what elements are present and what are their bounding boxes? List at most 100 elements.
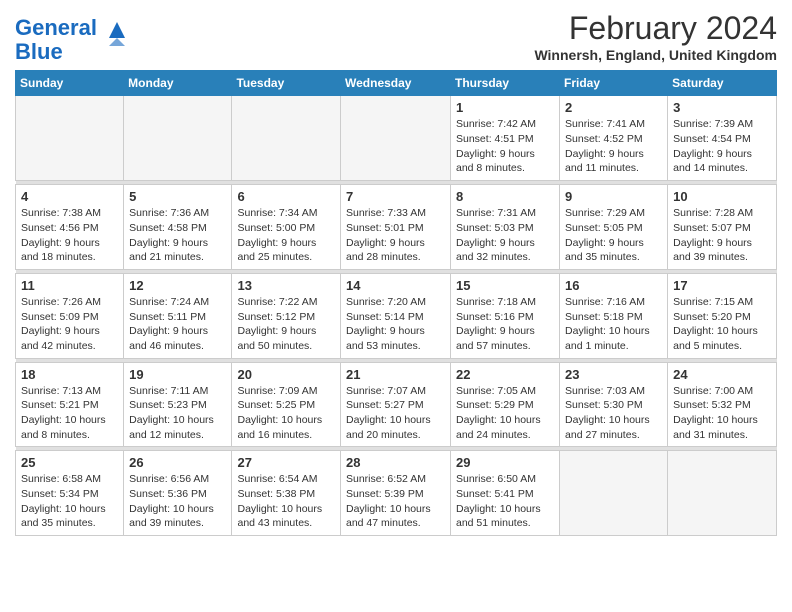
day-number: 27 [237, 455, 335, 470]
table-row: 29Sunrise: 6:50 AMSunset: 5:41 PMDayligh… [451, 451, 560, 536]
day-info: Sunrise: 7:22 AMSunset: 5:12 PMDaylight:… [237, 295, 335, 354]
day-number: 11 [21, 278, 118, 293]
table-row: 12 Sunrise: 7:24 AMSunset: 5:11 PMDayligh… [124, 273, 232, 358]
table-row: 26 Sunrise: 6:56 AMSunset: 5:36 PMDayligh… [124, 451, 232, 536]
day-info: Sunrise: 7:09 AMSunset: 5:25 PMDaylight:… [237, 384, 335, 443]
day-number: 18 [21, 367, 118, 382]
day-info: Sunrise: 7:24 AMSunset: 5:11 PMDaylight:… [129, 295, 226, 354]
day-number: 5 [129, 189, 226, 204]
calendar-week-row: 25 Sunrise: 6:58 AMSunset: 5:34 PMDayligh… [16, 451, 777, 536]
day-info: Sunrise: 6:54 AMSunset: 5:38 PMDaylight:… [237, 472, 335, 531]
calendar-week-row: 4 Sunrise: 7:38 AMSunset: 4:56 PMDaylight… [16, 185, 777, 270]
logo-text: General [15, 15, 97, 40]
col-thursday: Thursday [451, 71, 560, 96]
table-row: 15 Sunrise: 7:18 AMSunset: 5:16 PMDayligh… [451, 273, 560, 358]
table-row: 16Sunrise: 7:16 AMSunset: 5:18 PMDayligh… [560, 273, 668, 358]
day-info: Sunrise: 7:05 AMSunset: 5:29 PMDaylight:… [456, 384, 554, 443]
day-info: Sunrise: 7:13 AMSunset: 5:21 PMDaylight:… [21, 384, 118, 443]
table-row [124, 96, 232, 181]
calendar-week-row: 11 Sunrise: 7:26 AMSunset: 5:09 PMDayligh… [16, 273, 777, 358]
table-row: 23 Sunrise: 7:03 AMSunset: 5:30 PMDayligh… [560, 362, 668, 447]
day-info: Sunrise: 7:07 AMSunset: 5:27 PMDaylight:… [346, 384, 445, 443]
table-row: 28 Sunrise: 6:52 AMSunset: 5:39 PMDayligh… [341, 451, 451, 536]
day-info: Sunrise: 7:28 AMSunset: 5:07 PMDaylight:… [673, 206, 771, 265]
day-number: 7 [346, 189, 445, 204]
table-row [560, 451, 668, 536]
table-row: 21 Sunrise: 7:07 AMSunset: 5:27 PMDayligh… [341, 362, 451, 447]
day-number: 17 [673, 278, 771, 293]
table-row: 11 Sunrise: 7:26 AMSunset: 5:09 PMDayligh… [16, 273, 124, 358]
table-row: 13 Sunrise: 7:22 AMSunset: 5:12 PMDayligh… [232, 273, 341, 358]
day-number: 16 [565, 278, 662, 293]
day-info: Sunrise: 7:18 AMSunset: 5:16 PMDaylight:… [456, 295, 554, 354]
day-number: 9 [565, 189, 662, 204]
col-friday: Friday [560, 71, 668, 96]
calendar-week-row: 1 Sunrise: 7:42 AMSunset: 4:51 PMDaylight… [16, 96, 777, 181]
table-row: 17Sunrise: 7:15 AMSunset: 5:20 PMDayligh… [668, 273, 777, 358]
table-row: 9 Sunrise: 7:29 AMSunset: 5:05 PMDaylight… [560, 185, 668, 270]
table-row: 25 Sunrise: 6:58 AMSunset: 5:34 PMDayligh… [16, 451, 124, 536]
day-number: 10 [673, 189, 771, 204]
day-info: Sunrise: 7:34 AMSunset: 5:00 PMDaylight:… [237, 206, 335, 265]
day-info: Sunrise: 6:58 AMSunset: 5:34 PMDaylight:… [21, 472, 118, 531]
day-number: 28 [346, 455, 445, 470]
logo-subtext: Blue [15, 39, 63, 64]
table-row [232, 96, 341, 181]
day-number: 6 [237, 189, 335, 204]
day-number: 23 [565, 367, 662, 382]
logo-icon [101, 18, 133, 50]
table-row: 10 Sunrise: 7:28 AMSunset: 5:07 PMDayligh… [668, 185, 777, 270]
day-number: 13 [237, 278, 335, 293]
calendar-table: Sunday Monday Tuesday Wednesday Thursday… [15, 70, 777, 536]
day-number: 22 [456, 367, 554, 382]
table-row: 1 Sunrise: 7:42 AMSunset: 4:51 PMDaylight… [451, 96, 560, 181]
day-info: Sunrise: 7:36 AMSunset: 4:58 PMDaylight:… [129, 206, 226, 265]
day-number: 4 [21, 189, 118, 204]
day-info: Sunrise: 7:39 AMSunset: 4:54 PMDaylight:… [673, 117, 771, 176]
table-row [341, 96, 451, 181]
day-info: Sunrise: 7:29 AMSunset: 5:05 PMDaylight:… [565, 206, 662, 265]
col-tuesday: Tuesday [232, 71, 341, 96]
day-info: Sunrise: 7:31 AMSunset: 5:03 PMDaylight:… [456, 206, 554, 265]
table-row: 20 Sunrise: 7:09 AMSunset: 5:25 PMDayligh… [232, 362, 341, 447]
day-number: 21 [346, 367, 445, 382]
table-row: 6 Sunrise: 7:34 AMSunset: 5:00 PMDaylight… [232, 185, 341, 270]
day-info: Sunrise: 6:56 AMSunset: 5:36 PMDaylight:… [129, 472, 226, 531]
day-number: 15 [456, 278, 554, 293]
table-row: 22 Sunrise: 7:05 AMSunset: 5:29 PMDayligh… [451, 362, 560, 447]
table-row: 5 Sunrise: 7:36 AMSunset: 4:58 PMDaylight… [124, 185, 232, 270]
day-number: 1 [456, 100, 554, 115]
day-info: Sunrise: 7:38 AMSunset: 4:56 PMDaylight:… [21, 206, 118, 265]
table-row: 19 Sunrise: 7:11 AMSunset: 5:23 PMDayligh… [124, 362, 232, 447]
day-number: 12 [129, 278, 226, 293]
table-row: 18 Sunrise: 7:13 AMSunset: 5:21 PMDayligh… [16, 362, 124, 447]
table-row [16, 96, 124, 181]
logo: General Blue [15, 16, 133, 64]
day-info: Sunrise: 7:26 AMSunset: 5:09 PMDaylight:… [21, 295, 118, 354]
day-number: 14 [346, 278, 445, 293]
day-info: Sunrise: 7:33 AMSunset: 5:01 PMDaylight:… [346, 206, 445, 265]
day-number: 26 [129, 455, 226, 470]
table-row: 27 Sunrise: 6:54 AMSunset: 5:38 PMDayligh… [232, 451, 341, 536]
day-number: 19 [129, 367, 226, 382]
table-row: 7 Sunrise: 7:33 AMSunset: 5:01 PMDaylight… [341, 185, 451, 270]
col-monday: Monday [124, 71, 232, 96]
day-number: 20 [237, 367, 335, 382]
day-number: 2 [565, 100, 662, 115]
col-wednesday: Wednesday [341, 71, 451, 96]
location-subtitle: Winnersh, England, United Kingdom [534, 47, 777, 63]
day-info: Sunrise: 6:52 AMSunset: 5:39 PMDaylight:… [346, 472, 445, 531]
day-info: Sunrise: 7:11 AMSunset: 5:23 PMDaylight:… [129, 384, 226, 443]
table-row: 14 Sunrise: 7:20 AMSunset: 5:14 PMDayligh… [341, 273, 451, 358]
day-number: 3 [673, 100, 771, 115]
title-block: February 2024 Winnersh, England, United … [534, 10, 777, 63]
day-number: 25 [21, 455, 118, 470]
day-info: Sunrise: 7:03 AMSunset: 5:30 PMDaylight:… [565, 384, 662, 443]
day-info: Sunrise: 7:42 AMSunset: 4:51 PMDaylight:… [456, 117, 554, 176]
day-info: Sunrise: 7:20 AMSunset: 5:14 PMDaylight:… [346, 295, 445, 354]
day-info: Sunrise: 7:41 AMSunset: 4:52 PMDaylight:… [565, 117, 662, 176]
day-number: 8 [456, 189, 554, 204]
col-saturday: Saturday [668, 71, 777, 96]
day-number: 29 [456, 455, 554, 470]
table-row: 3 Sunrise: 7:39 AMSunset: 4:54 PMDaylight… [668, 96, 777, 181]
